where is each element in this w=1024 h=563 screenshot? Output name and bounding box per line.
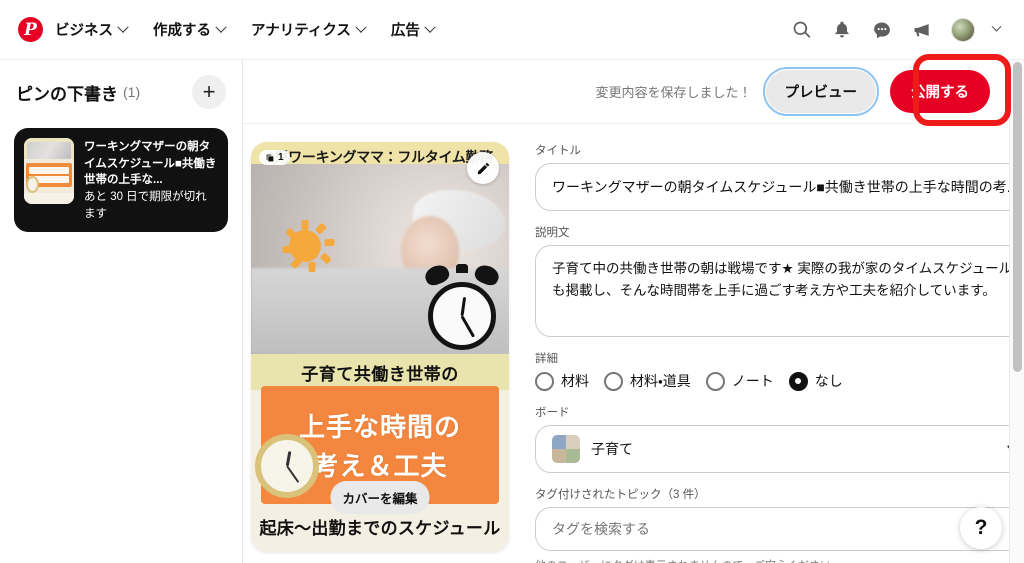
radio-dot-icon (535, 371, 554, 391)
scrollbar-thumb[interactable] (1013, 62, 1022, 372)
chevron-down-icon (355, 21, 367, 33)
list-item[interactable]: ワーキングマザーの朝タイムスケジュール■共働き世帯の上手な... あと 30 日… (14, 128, 228, 233)
radio-dot-icon (604, 371, 623, 391)
pin-subtitle-text: 子育て共働き世帯の (301, 364, 459, 384)
avatar[interactable] (951, 17, 975, 42)
pin-headline-line1: 上手な時間の (298, 412, 461, 442)
radio-option-note[interactable]: ノート (705, 371, 784, 391)
edit-cover-button[interactable]: カバーを編集 (330, 481, 430, 514)
draft-info: ワーキングマザーの朝タイムスケジュール■共働き世帯の上手な... あと 30 日… (84, 138, 218, 222)
pin-editor-main: 変更内容を保存しました！ プレビュー 公開する 1 3児ワーキングママ：フルタイ… (243, 60, 1024, 563)
page-scrollbar[interactable] (1009, 60, 1024, 563)
tags-input[interactable] (535, 507, 1024, 551)
page-title: ピンの下書き (16, 84, 118, 104)
draft-title: ワーキングマザーの朝タイムスケジュール■共働き世帯の上手な... (84, 141, 217, 187)
help-button[interactable]: ? (960, 507, 1002, 549)
board-select[interactable]: 子育て (535, 425, 1024, 473)
board-label: ボード (535, 407, 570, 419)
draft-thumbnail (24, 138, 74, 204)
preview-button[interactable]: プレビュー (762, 67, 879, 116)
nav-item-create[interactable]: 作成する (153, 19, 227, 40)
publish-button[interactable]: 公開する (890, 70, 990, 113)
radio-dot-icon (705, 371, 725, 391)
chat-bubble-icon[interactable] (871, 19, 893, 41)
radio-label: 材料 (561, 373, 589, 389)
pin-preview-column: 1 3児ワーキングママ：フルタイム勤務 子育て共働き世帯の 上手な時間の 考え＆… (243, 142, 511, 563)
chevron-down-icon (424, 21, 436, 33)
board-thumbnail (552, 435, 580, 463)
chevron-down-icon (215, 21, 227, 33)
radio-label: 材料・道具 (630, 373, 691, 389)
pin-details-form: タイトル ワーキングマザーの朝タイムスケジュール■共働き世帯の上手な時間の考..… (535, 142, 1024, 563)
board-field-group: ボード 子育て (535, 404, 1024, 473)
pin-photo (251, 164, 509, 354)
top-header: P ビジネス 作成する アナリティクス 広告 (0, 0, 1024, 60)
megaphone-icon[interactable] (911, 19, 933, 41)
description-label: 説明文 (535, 227, 570, 239)
pinterest-logo-icon[interactable]: P (18, 17, 43, 42)
save-status: 変更内容を保存しました！ (595, 85, 752, 100)
chevron-down-icon[interactable] (991, 21, 1002, 32)
pin-subtitle: 子育て共働き世帯の (251, 354, 509, 390)
nav-item-label: 広告 (390, 23, 420, 39)
search-icon[interactable] (791, 19, 813, 41)
nav-item-analytics[interactable]: アナリティクス (251, 19, 367, 40)
alarm-clock-icon (422, 262, 502, 350)
nav-item-label: 作成する (153, 23, 211, 39)
board-selected-value: 子育て (591, 441, 633, 457)
sun-icon (277, 218, 335, 274)
nav-item-label: ビジネス (55, 23, 113, 39)
radio-option-none[interactable]: なし (788, 371, 853, 391)
details-field-group: 詳細 材料 材料・道具 ノート なし (535, 350, 1024, 391)
details-label: 詳細 (535, 353, 558, 365)
pin-headline-line2: 考え＆工夫 (312, 451, 448, 481)
editor-content: 1 3児ワーキングママ：フルタイム勤務 子育て共働き世帯の 上手な時間の 考え＆… (243, 124, 1024, 563)
tags-hint: 他のユーザーにタグは表示されませんので、ご安心ください。 (535, 557, 1024, 563)
title-field-group: タイトル ワーキングマザーの朝タイムスケジュール■共働き世帯の上手な時間の考..… (535, 142, 1024, 211)
radio-dot-icon (788, 371, 808, 391)
tags-label: タグ付けされたトピック（3 件） (535, 489, 706, 501)
pencil-icon[interactable] (467, 152, 499, 184)
nav-item-ads[interactable]: 広告 (390, 19, 436, 40)
radio-option-materials-tools[interactable]: 材料・道具 (604, 371, 701, 391)
wall-clock-icon (255, 434, 319, 498)
draft-expiry: あと 30 日で期限が切れます (84, 191, 207, 220)
nav-item-label: アナリティクス (251, 23, 351, 39)
radio-label: ノート (731, 373, 774, 389)
drafts-sidebar: ピンの下書き (1) + ワーキングマザーの朝タイムスケジュール■共働き世帯の上… (0, 60, 243, 563)
drafts-count: (1) (123, 84, 141, 100)
pin-preview-card[interactable]: 1 3児ワーキングママ：フルタイム勤務 子育て共働き世帯の 上手な時間の 考え＆… (251, 142, 509, 552)
description-field-group: 説明文 子育て中の共働き世帯の朝は戦場です★ 実際の我が家のタイムスケジュールも… (535, 224, 1024, 337)
header-actions (791, 17, 1008, 42)
radio-option-materials[interactable]: 材料 (535, 371, 599, 391)
page-badge-count: 1 (278, 152, 284, 163)
pages-stack-icon: 1 (259, 150, 290, 165)
pin-bottom-text: 起床〜出勤までのスケジュール (259, 518, 501, 538)
drafts-header: ピンの下書き (1) + (14, 60, 228, 124)
chevron-down-icon (117, 21, 129, 33)
bell-icon[interactable] (831, 19, 853, 41)
main-nav: ビジネス 作成する アナリティクス 広告 (55, 19, 436, 40)
title-input[interactable]: ワーキングマザーの朝タイムスケジュール■共働き世帯の上手な時間の考... (535, 163, 1024, 211)
add-draft-button[interactable]: + (192, 75, 226, 109)
details-radio-group: 材料 材料・道具 ノート なし (535, 371, 1024, 391)
description-input[interactable]: 子育て中の共働き世帯の朝は戦場です★ 実際の我が家のタイムスケジュールも掲載し、… (535, 245, 1024, 337)
radio-label: なし (814, 373, 843, 389)
editor-toolbar: 変更内容を保存しました！ プレビュー 公開する (243, 60, 1024, 124)
title-label: タイトル (535, 145, 581, 157)
tags-field-group: タグ付けされたトピック（3 件） 他のユーザーにタグは表示されませんので、ご安心… (535, 486, 1024, 563)
nav-item-business[interactable]: ビジネス (55, 19, 129, 40)
